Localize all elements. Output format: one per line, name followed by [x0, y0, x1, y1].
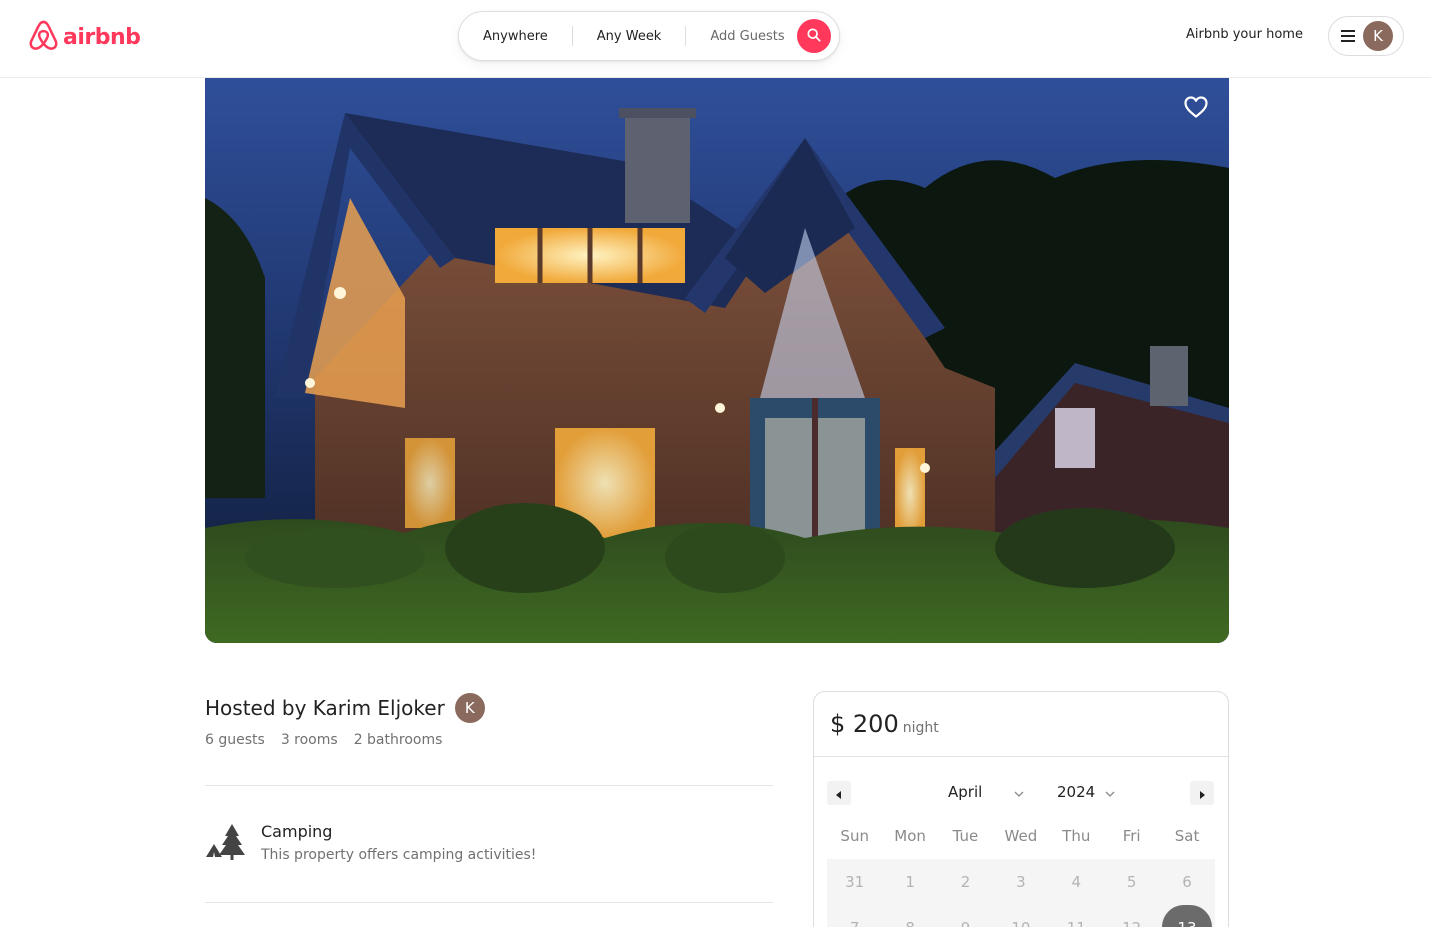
search-bar[interactable]: Anywhere Any Week Add Guests: [458, 11, 840, 61]
price-per-night: $ 200: [830, 710, 899, 738]
month-select[interactable]: April: [948, 783, 1024, 801]
calendar-day[interactable]: 6: [1159, 873, 1214, 891]
calendar-week: 7 8 9 10 11 12 13: [827, 905, 1215, 927]
calendar-week: 31 1 2 3 4 5 6: [827, 859, 1215, 905]
brand-name: airbnb: [63, 25, 141, 50]
user-avatar: K: [1363, 21, 1393, 51]
host-heading: Hosted by Karim Eljoker K: [205, 693, 485, 723]
caret-left-icon: [835, 784, 843, 803]
calendar-day[interactable]: 8: [882, 919, 937, 927]
weekday-label: Fri: [1122, 827, 1141, 845]
feature-camping: Camping This property offers camping act…: [205, 822, 536, 866]
search-when[interactable]: Any Week: [573, 29, 686, 44]
airbnb-your-home-link[interactable]: Airbnb your home: [1186, 27, 1303, 42]
host-name: Hosted by Karim Eljoker: [205, 696, 445, 720]
calendar-day-selected[interactable]: 13: [1159, 905, 1214, 927]
search-icon: [807, 27, 821, 46]
selected-day-label: 13: [1177, 919, 1196, 927]
calendar-day[interactable]: 3: [993, 873, 1048, 891]
favorite-button[interactable]: [1183, 95, 1209, 123]
calendar-day[interactable]: 12: [1104, 919, 1159, 927]
calendar-day[interactable]: 10: [993, 919, 1048, 927]
host-avatar[interactable]: K: [454, 693, 485, 723]
calendar-navigation: April 2024: [814, 757, 1228, 827]
rooms-count: 3 rooms: [280, 732, 338, 748]
feature-description: This property offers camping activities!: [261, 847, 537, 863]
search-guests[interactable]: Add Guests: [686, 29, 796, 44]
house-photo: [205, 78, 1229, 643]
top-nav-bar: airbnb Anywhere Any Week Add Guests Airb…: [0, 0, 1431, 78]
calendar-day[interactable]: 4: [1049, 873, 1104, 891]
price-unit: night: [902, 720, 939, 736]
weekday-label: Sun: [840, 827, 869, 845]
calendar-day[interactable]: 1: [882, 873, 937, 891]
user-menu-button[interactable]: K: [1328, 16, 1404, 56]
calendar-day[interactable]: 31: [827, 873, 882, 891]
weekday-header: Sun Mon Tue Wed Thu Fri Sat: [814, 827, 1228, 859]
airbnb-logo-icon: [28, 19, 59, 56]
calendar-days: 31 1 2 3 4 5 6 7 8 9 10 11 12 13: [827, 859, 1215, 927]
guests-count: 6 guests: [205, 732, 265, 748]
listing-photo: [205, 78, 1229, 643]
hamburger-icon: [1341, 27, 1355, 46]
caret-right-icon: [1198, 784, 1206, 803]
chevron-down-icon: [1014, 783, 1024, 801]
calendar-day[interactable]: 2: [938, 873, 993, 891]
calendar-day[interactable]: 11: [1049, 919, 1104, 927]
search-button[interactable]: [796, 19, 831, 53]
weekday-label: Thu: [1062, 827, 1091, 845]
calendar-day[interactable]: 9: [938, 919, 993, 927]
search-where[interactable]: Anywhere: [459, 29, 572, 44]
calendar-day[interactable]: 5: [1104, 873, 1159, 891]
year-select[interactable]: 2024: [1057, 783, 1115, 801]
price-row: $ 200 night: [814, 692, 1228, 757]
bathrooms-count: 2 bathrooms: [353, 732, 443, 748]
calendar-day[interactable]: 7: [827, 919, 882, 927]
weekday-label: Wed: [1004, 827, 1038, 845]
feature-title: Camping: [261, 822, 333, 841]
weekday-label: Sat: [1174, 827, 1200, 845]
chevron-down-icon: [1105, 783, 1115, 801]
camping-icon: [205, 822, 245, 866]
airbnb-logo[interactable]: airbnb: [28, 19, 141, 56]
month-value: April: [948, 783, 983, 801]
next-month-button[interactable]: [1190, 781, 1214, 805]
listing-stats: 6 guests 3 rooms 2 bathrooms: [205, 732, 442, 748]
prev-month-button[interactable]: [827, 781, 851, 805]
section-divider: [205, 785, 773, 786]
weekday-label: Mon: [894, 827, 926, 845]
year-value: 2024: [1057, 783, 1096, 801]
section-divider: [205, 902, 773, 903]
weekday-label: Tue: [952, 827, 979, 845]
heart-icon: [1183, 96, 1209, 123]
booking-card: $ 200 night April 2024 Sun Mon Tue Wed T…: [813, 691, 1229, 927]
